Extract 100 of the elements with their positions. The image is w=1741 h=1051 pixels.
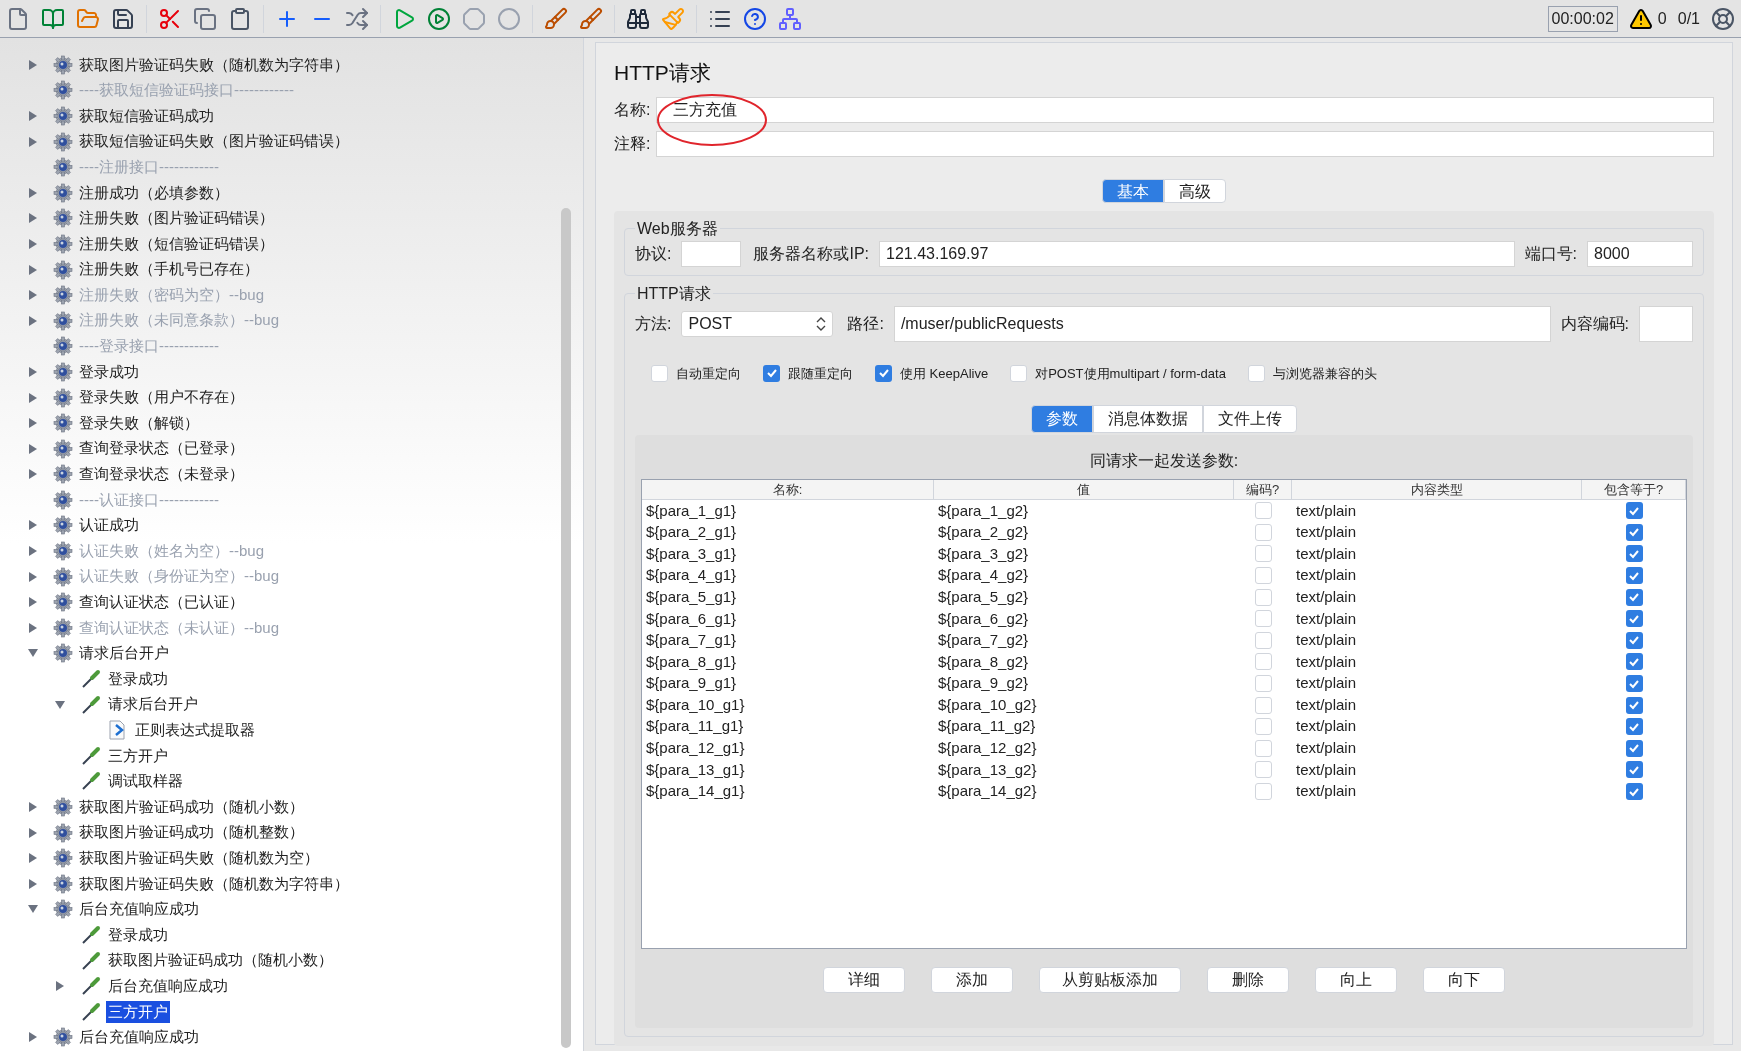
encode-checkbox[interactable] [1254,588,1272,606]
remote-icon[interactable] [778,6,802,31]
tree-item[interactable]: 后台充值响应成功 [77,1026,201,1049]
expand-arrow-icon[interactable] [27,237,39,250]
encode-checkbox[interactable] [1254,523,1272,541]
encode-checkbox[interactable] [1254,718,1272,736]
expand-arrow-icon[interactable] [27,58,39,71]
encode-checkbox[interactable] [1254,761,1272,779]
tree-item[interactable]: 调试取样器 [106,770,185,793]
option-checkbox[interactable] [875,364,892,382]
include-equals-checkbox[interactable] [1625,588,1643,606]
copy-icon[interactable] [193,6,217,31]
path-field[interactable]: /muser/publicRequests [893,305,1551,342]
tree-item[interactable]: 三方开户 [106,1000,170,1023]
tree-item[interactable]: 登录成功 [106,667,170,691]
tab[interactable]: 消息体数据 [1093,405,1203,433]
tree-item[interactable]: 获取图片验证码失败（随机数为字符串） [77,53,351,77]
tree-item[interactable]: 获取图片验证码失败（随机数为字符串） [77,872,351,896]
encode-checkbox[interactable] [1254,502,1272,520]
option-checkbox[interactable] [651,364,668,382]
tree-item[interactable]: 获取图片验证码成功（随机小数） [106,949,335,972]
tree-item[interactable]: 注册成功（必填参数） [77,181,231,204]
warning-icon[interactable] [1628,6,1653,31]
expand-arrow-icon[interactable] [27,212,39,225]
include-equals-checkbox[interactable] [1625,783,1643,800]
tree-item[interactable]: 获取图片验证码成功（随机整数） [77,821,306,844]
tree-item[interactable]: 获取短信验证码失败（图片验证码错误） [77,130,351,153]
expand-arrow-icon[interactable] [27,877,39,890]
expand-arrow-icon[interactable] [27,135,39,148]
tree-item[interactable]: 注册失败（短信验证码错误） [77,232,276,256]
encode-checkbox[interactable] [1254,739,1272,757]
column-header[interactable]: 编码? [1234,480,1292,499]
tab[interactable]: 参数 [1031,405,1093,433]
action-button[interactable]: 详细 [823,967,905,993]
include-equals-checkbox[interactable] [1625,718,1643,736]
comment-field[interactable] [656,130,1714,157]
collapse-arrow-icon[interactable] [54,698,66,711]
tree-item[interactable]: 登录失败（用户不存在） [77,386,246,409]
expand-arrow-icon[interactable] [27,186,39,199]
expand-arrow-icon[interactable] [27,263,39,276]
include-equals-checkbox[interactable] [1625,631,1643,649]
encode-checkbox[interactable] [1254,783,1272,800]
port-field[interactable]: 8000 [1587,240,1693,267]
protocol-field[interactable] [681,240,742,267]
include-equals-checkbox[interactable] [1625,502,1643,520]
tab[interactable]: 文件上传 [1203,405,1297,433]
tree-item[interactable]: 获取图片验证码失败（随机数为空） [77,846,321,870]
expand-arrow-icon[interactable] [27,110,39,122]
include-equals-checkbox[interactable] [1625,675,1643,693]
include-equals-checkbox[interactable] [1625,653,1643,671]
scrollbar[interactable] [561,208,571,1048]
expand-arrow-icon[interactable] [27,417,39,430]
column-header[interactable]: 包含等于? [1582,480,1686,499]
lifebuoy-icon[interactable] [1711,6,1735,31]
tree-item[interactable]: 请求后台开户 [77,642,171,665]
expand-arrow-icon[interactable] [27,826,39,839]
include-equals-checkbox[interactable] [1625,696,1643,714]
include-equals-checkbox[interactable] [1625,545,1643,563]
expand-arrow-icon[interactable] [27,365,39,378]
book-icon[interactable] [41,6,65,31]
tree-item[interactable]: 查询认证状态（已认证） [77,591,246,614]
method-select[interactable]: POST [681,310,834,337]
option-checkbox[interactable] [1247,364,1265,382]
expand-arrow-icon[interactable] [27,852,39,865]
search-icon[interactable] [626,6,650,31]
expand-arrow-icon[interactable] [27,801,39,813]
action-button[interactable]: 向下 [1423,967,1505,993]
encode-checkbox[interactable] [1254,567,1272,585]
encode-checkbox[interactable] [1254,696,1272,714]
clear-all-icon[interactable] [579,6,603,31]
option-checkbox[interactable] [1010,364,1028,382]
clear-icon[interactable] [544,6,568,31]
include-equals-checkbox[interactable] [1625,761,1643,779]
tree-item[interactable]: 正则表达式提取器 [133,719,257,742]
expand-arrow-icon[interactable] [54,980,66,993]
expand-arrow-icon[interactable] [27,1031,39,1044]
encode-checkbox[interactable] [1254,610,1272,628]
play-no-pause-icon[interactable] [427,6,451,31]
paste-icon[interactable] [228,6,252,31]
tree-item[interactable]: 获取图片验证码成功（随机小数） [77,795,306,819]
action-button[interactable]: 向上 [1315,967,1397,993]
include-equals-checkbox[interactable] [1625,739,1643,757]
tree-item[interactable]: 认证成功 [77,514,141,537]
include-equals-checkbox[interactable] [1625,610,1643,628]
column-header[interactable]: 值 [934,480,1234,499]
help-icon[interactable] [743,6,767,31]
action-button[interactable]: 从剪贴板添加 [1039,967,1181,993]
name-field[interactable]: 三方充值 [656,96,1714,123]
encode-checkbox[interactable] [1254,675,1272,693]
expand-arrow-icon[interactable] [27,391,39,404]
encoding-field[interactable] [1639,305,1693,342]
tree-item[interactable]: 登录失败（解锁） [77,411,201,435]
save-icon[interactable] [111,6,135,31]
new-file-icon[interactable] [6,6,30,31]
folder-icon[interactable] [76,6,100,31]
action-button[interactable]: 删除 [1207,967,1289,993]
expand-arrow-icon[interactable] [27,442,39,455]
include-equals-checkbox[interactable] [1625,523,1643,541]
tree-item[interactable]: 查询登录状态（未登录） [77,463,246,486]
tree-item[interactable]: 请求后台开户 [106,693,200,716]
